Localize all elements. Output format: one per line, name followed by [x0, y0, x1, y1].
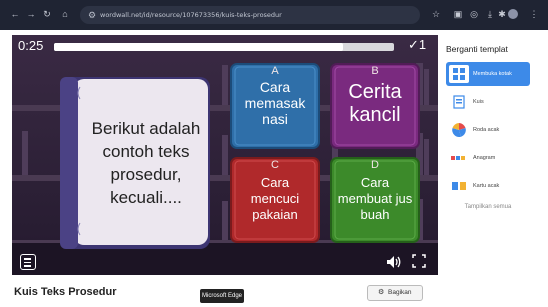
score-value: 1 [418, 37, 427, 52]
template-random-cards[interactable]: Kartu acak [446, 174, 530, 198]
timer: 0:25 [18, 38, 44, 53]
template-label: Roda acak [473, 127, 500, 133]
answer-card-d[interactable]: D Cara membuat jus buah [330, 157, 420, 243]
activity-title: Kuis Teks Prosedur [14, 286, 117, 298]
answer-text: Cara memasak nasi [244, 79, 306, 127]
arrow-right-icon[interactable]: → [26, 8, 36, 20]
site-info-icon[interactable]: ⚙ [86, 9, 98, 21]
tooltip: Microsoft Edge [200, 289, 244, 303]
share-button[interactable]: ⚙ Bagikan [367, 285, 423, 301]
answer-text: Cerita kancil [348, 81, 402, 126]
browser-toolbar: ← → ↻ ⌂ ⚙ wordwall.net/id/resource/10767… [0, 0, 548, 30]
answer-card-b[interactable]: B Cerita kancil [330, 63, 420, 149]
template-label: Anagram [473, 155, 496, 161]
wheel-icon [449, 121, 469, 139]
progress-fill [54, 43, 343, 51]
answer-text: Cara mencuci pakaian [250, 175, 300, 222]
template-random-wheel[interactable]: Roda acak [446, 118, 530, 142]
template-quiz[interactable]: Kuis [446, 90, 530, 114]
game-area: 0:25 ✓1 Berikut adalah contoh teks prose… [12, 35, 438, 275]
star-icon[interactable]: ☆ [430, 8, 442, 20]
sidebar-title: Berganti templat [446, 44, 508, 54]
extension-icon[interactable]: ◎ [468, 8, 480, 20]
answer-letter: C [271, 159, 279, 171]
answer-letter: A [271, 65, 279, 77]
profile-avatar[interactable] [508, 9, 518, 19]
answer-card-c[interactable]: C Cara mencuci pakaian [230, 157, 320, 243]
template-label: Kuis [473, 99, 484, 105]
cards-icon [449, 177, 469, 195]
anagram-icon [449, 149, 469, 167]
answer-letter: D [371, 159, 379, 171]
open-box-icon [449, 65, 469, 83]
window-icon[interactable]: ▣ [452, 8, 464, 20]
share-label: Bagikan [388, 289, 412, 296]
download-icon[interactable]: ⤓ [484, 8, 496, 20]
home-icon[interactable]: ⌂ [60, 8, 70, 20]
check-icon: ✓ [408, 37, 419, 52]
sound-icon[interactable] [386, 255, 402, 269]
menu-dots-icon[interactable]: ⋮ [528, 8, 540, 20]
address-bar[interactable]: ⚙ wordwall.net/id/resource/107673356/kui… [80, 6, 420, 24]
template-label: Kartu acak [473, 183, 500, 189]
reload-icon[interactable]: ↻ [42, 8, 52, 20]
template-anagram[interactable]: Anagram [446, 146, 530, 170]
arrow-left-icon[interactable]: ← [10, 8, 20, 20]
progress-bar [54, 43, 394, 51]
question-text: Berikut adalah contoh teks prosedur, kec… [91, 119, 201, 207]
score: ✓1 [408, 36, 426, 54]
template-label: Membuka kotak [473, 71, 512, 77]
answer-letter: B [371, 65, 379, 77]
template-open-box[interactable]: Membuka kotak [446, 62, 530, 86]
quiz-icon [449, 93, 469, 111]
answer-text: Cara membuat jus buah [337, 175, 413, 222]
show-all-link[interactable]: Tampilkan semua [446, 204, 530, 210]
answer-card-a[interactable]: A Cara memasak nasi [230, 63, 320, 149]
fullscreen-icon[interactable] [412, 254, 426, 268]
question-book: Berikut adalah contoh teks prosedur, kec… [58, 73, 212, 251]
menu-icon[interactable] [20, 254, 36, 270]
url-text[interactable]: wordwall.net/id/resource/107673356/kuis-… [100, 6, 282, 24]
puzzle-icon[interactable]: ✱ [496, 8, 508, 20]
share-icon: ⚙ [378, 289, 385, 296]
